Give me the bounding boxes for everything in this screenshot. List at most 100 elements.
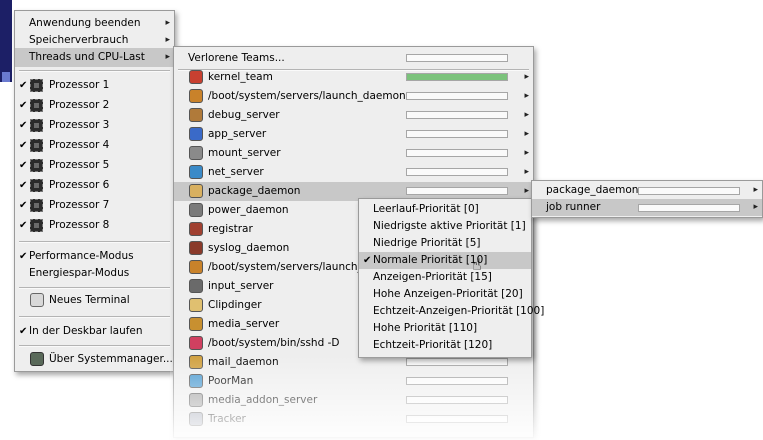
menu-item-processor-3[interactable]: ✔ Prozessor 3 [15, 116, 174, 135]
team-item[interactable]: mount_server ▸ [174, 144, 533, 163]
system-manager-icon [30, 352, 44, 366]
menu-item-label: Prozessor 2 [49, 99, 110, 111]
deskbar-tab[interactable] [2, 72, 10, 82]
priority-label: Normale Priorität [10] [373, 254, 488, 266]
priority-label: Niedrige Priorität [5] [373, 237, 481, 249]
team-item[interactable]: net_server ▸ [174, 163, 533, 182]
priority-label: Echtzeit-Priorität [120] [373, 339, 493, 351]
priority-item[interactable]: Hohe Anzeigen-Priorität [20] [359, 286, 531, 303]
priority-item[interactable]: Leerlauf-Priorität [0] [359, 201, 531, 218]
menu-item-processor-8[interactable]: ✔ Prozessor 8 [15, 216, 174, 235]
media-addon-icon [189, 393, 203, 407]
power-icon [189, 203, 203, 217]
menu-item-label: Prozessor 3 [49, 119, 110, 131]
menu-item-run-in-deskbar[interactable]: ✔ In der Deskbar laufen [15, 322, 174, 341]
menu-item-new-terminal[interactable]: Neues Terminal [15, 291, 174, 310]
cpu-icon [30, 79, 43, 92]
menu-item-processor-7[interactable]: ✔ Prozessor 7 [15, 196, 174, 215]
menu-item-label: Über Systemmanager... [49, 353, 173, 365]
load-bar [406, 92, 508, 100]
team-item[interactable]: Tracker [174, 410, 533, 429]
team-label: app_server [208, 128, 267, 140]
thread-label: job runner [546, 201, 601, 213]
priority-item[interactable]: Hohe Priorität [110] [359, 320, 531, 337]
load-bar [406, 73, 508, 81]
app-server-icon [189, 127, 203, 141]
team-label: debug_server [208, 109, 280, 121]
menu-item-processor-5[interactable]: ✔ Prozessor 5 [15, 156, 174, 175]
menu-item-power-saving-mode[interactable]: Energiespar-Modus [15, 264, 174, 283]
deskbar-edge [0, 0, 12, 82]
terminal-icon [30, 293, 44, 307]
web-server-icon [189, 374, 203, 388]
team-label: /boot/system/servers/launch_daemon [208, 90, 406, 102]
team-label: kernel_team [208, 71, 273, 83]
load-bar [406, 168, 508, 176]
team-item[interactable]: debug_server ▸ [174, 106, 533, 125]
priority-item[interactable]: Niedrige Priorität [5] [359, 235, 531, 252]
load-bar [406, 111, 508, 119]
checkmark-icon: ✔ [19, 140, 28, 151]
team-item[interactable]: kernel_team ▸ [174, 68, 533, 87]
menu-item-processor-6[interactable]: ✔ Prozessor 6 [15, 176, 174, 195]
menu-item-processor-2[interactable]: ✔ Prozessor 2 [15, 96, 174, 115]
thread-label: package_daemon [546, 184, 639, 196]
menu-item-label: Energiespar-Modus [29, 267, 130, 279]
priority-label: Echtzeit-Anzeigen-Priorität [100] [373, 305, 545, 317]
separator [19, 70, 170, 72]
team-item[interactable]: /boot/system/servers/launch_daemon ▸ [174, 87, 533, 106]
hand-pointer-icon: ☝ [472, 255, 482, 274]
team-label: /boot/system/bin/sshd -D [208, 337, 340, 349]
team-label: Clipdinger [208, 299, 262, 311]
menu-item-lost-teams[interactable]: Verlorene Teams... [174, 49, 533, 68]
daemon-icon [189, 89, 203, 103]
menu-item-label: In der Deskbar laufen [29, 325, 143, 337]
menu-item-label: Neues Terminal [49, 294, 130, 306]
registrar-icon [189, 222, 203, 236]
chevron-right-icon: ▸ [753, 185, 758, 195]
thread-item[interactable]: package_daemon ▸ [532, 182, 762, 199]
menu-item-about[interactable]: Über Systemmanager... [15, 350, 174, 369]
priority-label: Leerlauf-Priorität [0] [373, 203, 479, 215]
clipboard-icon [189, 298, 203, 312]
priority-item[interactable]: Echtzeit-Anzeigen-Priorität [100] [359, 303, 544, 320]
priority-item[interactable]: Anzeigen-Priorität [15] [359, 269, 531, 286]
priority-item[interactable]: Niedrigste aktive Priorität [1] [359, 218, 531, 235]
team-item[interactable]: PoorMan [174, 372, 533, 391]
chevron-right-icon: ▸ [753, 202, 758, 212]
separator [19, 241, 170, 243]
priority-item[interactable]: Echtzeit-Priorität [120] [359, 337, 531, 354]
media-icon [189, 317, 203, 331]
separator [19, 316, 170, 318]
main-menu: Anwendung beenden ▸ Speicherverbrauch ▸ … [14, 10, 175, 372]
load-fill [407, 74, 507, 80]
menu-item-label: Prozessor 8 [49, 219, 110, 231]
team-label: media_server [208, 318, 280, 330]
menu-item-threads[interactable]: Threads und CPU-Last ▸ [15, 48, 174, 67]
priority-item[interactable]: ✔ Normale Priorität [10] [359, 252, 531, 269]
priority-menu: Leerlauf-Priorität [0] Niedrigste aktive … [358, 198, 544, 358]
team-item[interactable]: media_addon_server [174, 391, 533, 410]
network-icon [189, 165, 203, 179]
checkmark-icon: ✔ [19, 160, 28, 171]
priority-label: Hohe Anzeigen-Priorität [20] [373, 288, 523, 300]
mail-icon [189, 355, 203, 369]
team-label: mail_daemon [208, 356, 279, 368]
team-label: package_daemon [208, 185, 301, 197]
separator [19, 287, 170, 289]
menu-item-label: Prozessor 6 [49, 179, 110, 191]
load-bar [406, 130, 508, 138]
menu-item-label: Threads und CPU-Last [29, 51, 145, 63]
chevron-right-icon: ▸ [524, 72, 529, 82]
menu-item-processor-1[interactable]: ✔ Prozessor 1 [15, 76, 174, 95]
daemon-icon [189, 260, 203, 274]
chevron-right-icon: ▸ [165, 52, 170, 62]
thread-item[interactable]: job runner ▸ [532, 199, 762, 216]
team-label: power_daemon [208, 204, 289, 216]
chevron-right-icon: ▸ [524, 167, 529, 177]
cpu-icon [30, 179, 43, 192]
menu-item-processor-4[interactable]: ✔ Prozessor 4 [15, 136, 174, 155]
cpu-icon [30, 139, 43, 152]
separator [19, 345, 170, 347]
team-item[interactable]: app_server ▸ [174, 125, 533, 144]
